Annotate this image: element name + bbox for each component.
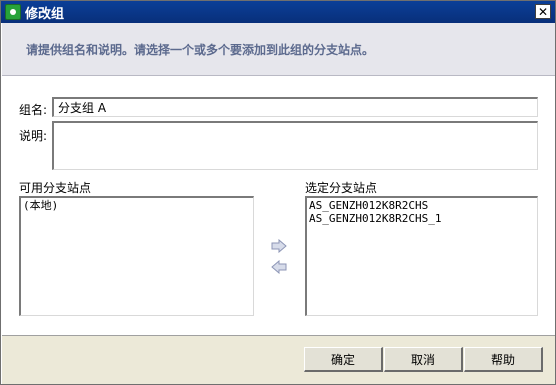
window-title: 修改组 [25,6,65,22]
button-bar: 确定 取消 帮助 [2,335,555,384]
title-bar[interactable]: 修改组 ✕ [1,1,555,23]
close-icon: ✕ [537,4,549,19]
instruction-banner: 请提供组名和说明。请选择一个或多个要添加到此组的分支站点。 [2,23,555,76]
help-button[interactable]: 帮助 [464,347,543,372]
arrow-right-icon[interactable] [270,238,288,254]
dialog-body: 组名: 说明: 可用分支站点 (本地) 选定分支站点 AS_GENZH012K8… [2,77,555,334]
selected-sites-label: 选定分支站点 [305,181,378,195]
app-icon [5,4,21,20]
list-item[interactable]: (本地) [23,199,251,212]
available-sites-label: 可用分支站点 [19,181,92,195]
group-name-input[interactable] [52,97,538,117]
ok-button[interactable]: 确定 [304,347,383,372]
instruction-text: 请提供组名和说明。请选择一个或多个要添加到此组的分支站点。 [26,43,375,57]
available-sites-list[interactable]: (本地) [19,196,254,316]
modify-group-dialog: 修改组 ✕ 请提供组名和说明。请选择一个或多个要添加到此组的分支站点。 组名: … [0,0,556,385]
selected-sites-list[interactable]: AS_GENZH012K8R2CHS AS_GENZH012K8R2CHS_1 [305,196,538,316]
arrow-left-icon[interactable] [270,259,288,275]
list-item[interactable]: AS_GENZH012K8R2CHS_1 [309,212,535,225]
list-item[interactable]: AS_GENZH012K8R2CHS [309,199,535,212]
cancel-button[interactable]: 取消 [384,347,463,372]
close-button[interactable]: ✕ [535,4,551,19]
group-name-label: 组名: [19,103,48,117]
description-input[interactable] [52,121,538,170]
description-label: 说明: [19,129,48,143]
